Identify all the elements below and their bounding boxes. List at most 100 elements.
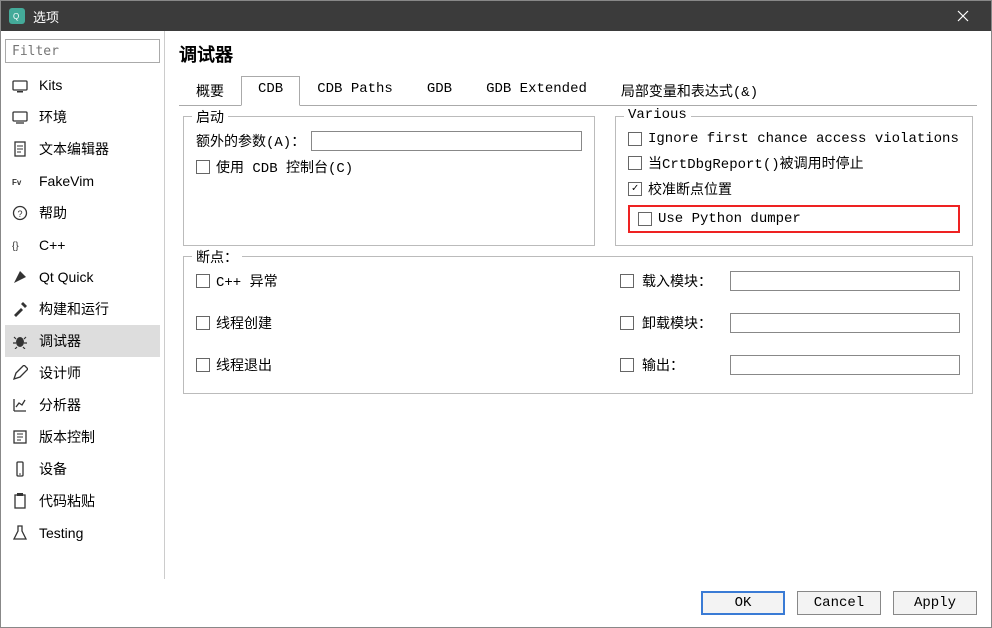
sidebar-item-testing[interactable]: Testing [5, 517, 160, 549]
tab-summary[interactable]: 概要 [179, 76, 241, 106]
pencil-icon [11, 364, 29, 382]
tab-gdbext[interactable]: GDB Extended [469, 76, 604, 106]
sidebar-item-kits[interactable]: Kits [5, 69, 160, 101]
load-module-checkbox[interactable] [620, 274, 634, 288]
startup-legend: 启动 [192, 107, 228, 127]
sidebar-item-label: C++ [39, 237, 65, 253]
sidebar: Kits 环境 文本编辑器 Fv FakeVim ? 帮助 [1, 31, 165, 579]
sidebar-item-label: 设计师 [39, 363, 81, 383]
sidebar-item-cpp[interactable]: {} C++ [5, 229, 160, 261]
tab-gdb[interactable]: GDB [410, 76, 469, 106]
cpp-ex-checkbox[interactable] [196, 274, 210, 288]
crtdbg-checkbox[interactable] [628, 156, 642, 170]
app-icon: Q [9, 8, 25, 24]
output-checkbox[interactable] [620, 358, 634, 372]
thread-create-label: 线程创建 [216, 313, 272, 333]
close-button[interactable] [943, 1, 983, 31]
python-dumper-highlight: Use Python dumper [628, 205, 960, 233]
window-title: 选项 [33, 7, 943, 26]
sidebar-item-qtquick[interactable]: Qt Quick [5, 261, 160, 293]
sidebar-item-paste[interactable]: 代码粘贴 [5, 485, 160, 517]
sidebar-item-env[interactable]: 环境 [5, 101, 160, 133]
document-icon [11, 140, 29, 158]
device-icon [11, 460, 29, 478]
tab-content: 启动 额外的参数(A)： 使用 CDB 控制台(C) Various [179, 106, 977, 579]
cancel-button[interactable]: Cancel [797, 591, 881, 615]
svg-text:Q: Q [13, 12, 19, 21]
apply-button[interactable]: Apply [893, 591, 977, 615]
dialog-footer: OK Cancel Apply [1, 579, 991, 627]
sidebar-item-label: Qt Quick [39, 269, 93, 285]
dialog-body: Kits 环境 文本编辑器 Fv FakeVim ? 帮助 [1, 31, 991, 579]
unload-module-checkbox[interactable] [620, 316, 634, 330]
sidebar-item-label: 文本编辑器 [39, 139, 109, 159]
sidebar-item-vcs[interactable]: 版本控制 [5, 421, 160, 453]
options-dialog: Q 选项 Kits 环境 文本编辑器 [0, 0, 992, 628]
load-module-input[interactable] [730, 271, 960, 291]
bug-icon [11, 332, 29, 350]
unload-module-label: 卸载模块： [642, 313, 722, 333]
filter-input[interactable] [5, 39, 160, 63]
kits-icon [11, 76, 29, 94]
flask-icon [11, 524, 29, 542]
sidebar-item-label: 分析器 [39, 395, 81, 415]
vcs-icon [11, 428, 29, 446]
category-list: Kits 环境 文本编辑器 Fv FakeVim ? 帮助 [5, 69, 160, 571]
svg-text:Fv: Fv [12, 178, 22, 187]
cpp-ex-label: C++ 异常 [216, 271, 278, 291]
qtquick-icon [11, 268, 29, 286]
monitor-icon [11, 108, 29, 126]
svg-text:{}: {} [12, 241, 19, 252]
startup-group: 启动 额外的参数(A)： 使用 CDB 控制台(C) [183, 116, 595, 246]
sidebar-item-label: 帮助 [39, 203, 67, 223]
tab-cdb[interactable]: CDB [241, 76, 300, 106]
tab-cdbpaths[interactable]: CDB Paths [300, 76, 410, 106]
help-icon: ? [11, 204, 29, 222]
load-module-label: 载入模块： [642, 271, 722, 291]
output-input[interactable] [730, 355, 960, 375]
thread-exit-checkbox[interactable] [196, 358, 210, 372]
sidebar-item-build[interactable]: 构建和运行 [5, 293, 160, 325]
correct-bp-checkbox[interactable] [628, 182, 642, 196]
cpp-icon: {} [11, 236, 29, 254]
sidebar-item-help[interactable]: ? 帮助 [5, 197, 160, 229]
output-label: 输出： [642, 355, 722, 375]
thread-create-checkbox[interactable] [196, 316, 210, 330]
thread-exit-label: 线程退出 [216, 355, 272, 375]
fakevim-icon: Fv [11, 172, 29, 190]
sidebar-item-label: 调试器 [39, 331, 81, 351]
sidebar-item-label: FakeVim [39, 173, 94, 189]
ignore-first-label: Ignore first chance access violations [648, 131, 959, 147]
use-console-label: 使用 CDB 控制台(C) [216, 157, 353, 177]
ok-button[interactable]: OK [701, 591, 785, 615]
sidebar-item-analyzer[interactable]: 分析器 [5, 389, 160, 421]
correct-bp-label: 校准断点位置 [648, 179, 732, 199]
use-console-checkbox[interactable] [196, 160, 210, 174]
extra-args-input[interactable] [311, 131, 582, 151]
various-group: Various Ignore first chance access viola… [615, 116, 973, 246]
various-legend: Various [624, 107, 691, 123]
sidebar-item-devices[interactable]: 设备 [5, 453, 160, 485]
python-dumper-checkbox[interactable] [638, 212, 652, 226]
python-dumper-label: Use Python dumper [658, 211, 801, 227]
ignore-first-checkbox[interactable] [628, 132, 642, 146]
chart-icon [11, 396, 29, 414]
sidebar-item-debugger[interactable]: 调试器 [5, 325, 160, 357]
sidebar-item-designer[interactable]: 设计师 [5, 357, 160, 389]
sidebar-item-label: Testing [39, 525, 83, 541]
sidebar-item-texteditor[interactable]: 文本编辑器 [5, 133, 160, 165]
unload-module-input[interactable] [730, 313, 960, 333]
sidebar-item-label: Kits [39, 77, 62, 93]
breakpoints-legend: 断点： [192, 247, 242, 267]
main-panel: 调试器 概要 CDB CDB Paths GDB GDB Extended 局部… [165, 31, 991, 579]
crtdbg-label: 当CrtDbgReport()被调用时停止 [648, 153, 864, 173]
tab-locals[interactable]: 局部变量和表达式(&) [604, 76, 775, 106]
breakpoints-group: 断点： C++ 异常 线程创建 [183, 256, 973, 394]
sidebar-item-label: 版本控制 [39, 427, 95, 447]
svg-text:?: ? [18, 209, 23, 219]
extra-args-label: 额外的参数(A)： [196, 131, 305, 151]
sidebar-item-fakevim[interactable]: Fv FakeVim [5, 165, 160, 197]
sidebar-item-label: 代码粘贴 [39, 491, 95, 511]
clipboard-icon [11, 492, 29, 510]
sidebar-item-label: 设备 [39, 459, 67, 479]
